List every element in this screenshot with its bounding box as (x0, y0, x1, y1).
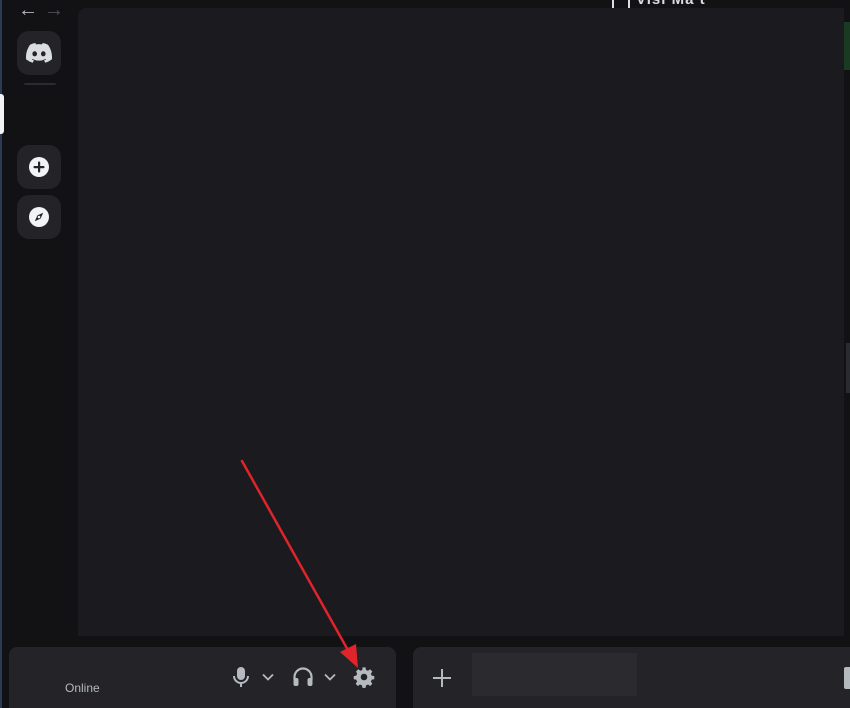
server-rail (0, 22, 78, 640)
back-button[interactable]: ← (18, 0, 38, 20)
user-settings-button[interactable] (353, 666, 375, 688)
main-content-panel (78, 8, 844, 636)
plus-circle-icon (29, 157, 49, 177)
chevron-down-icon (324, 673, 336, 681)
home-button[interactable] (17, 31, 61, 75)
mic-options-button[interactable] (260, 666, 276, 688)
rail-divider (24, 83, 56, 85)
attach-button[interactable] (431, 667, 453, 689)
plus-icon (433, 669, 451, 687)
message-composer (413, 647, 850, 708)
window-title: Visi Ma t (636, 0, 706, 8)
selected-indicator (0, 94, 4, 134)
discover-button[interactable] (17, 195, 61, 239)
compass-icon (29, 207, 49, 227)
scroll-edge (846, 343, 850, 393)
microphone-icon (233, 667, 249, 687)
audio-options-button[interactable] (322, 666, 338, 688)
deafen-button[interactable] (292, 666, 314, 688)
user-panel: Online (9, 647, 396, 708)
adjacent-window-edge (844, 22, 850, 70)
gift-icon[interactable] (844, 667, 850, 689)
mute-button[interactable] (231, 666, 251, 688)
discord-logo-icon (26, 43, 52, 63)
forward-button[interactable]: → (44, 0, 64, 20)
headphones-icon (293, 667, 313, 686)
chevron-down-icon (262, 673, 274, 681)
message-input[interactable] (472, 653, 637, 696)
user-status: Online (65, 681, 100, 695)
add-server-button[interactable] (17, 145, 61, 189)
gear-icon (353, 667, 375, 688)
app-window: ← → Visi Ma t (0, 0, 850, 708)
